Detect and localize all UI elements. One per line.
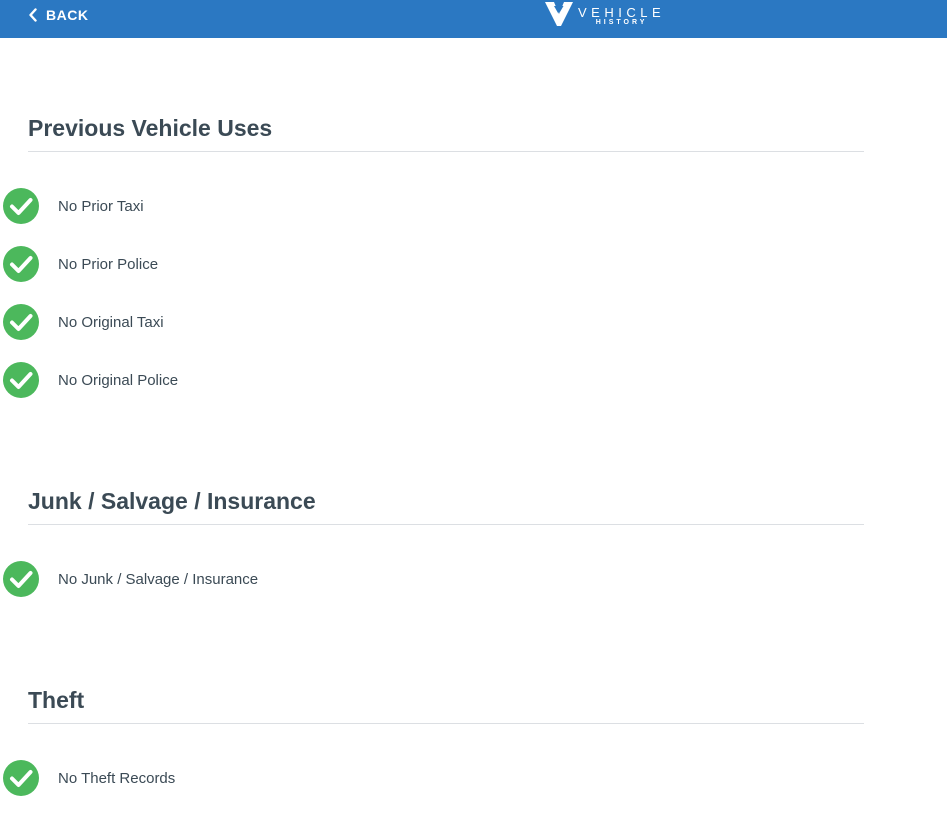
section-title: Previous Vehicle Uses	[28, 115, 273, 141]
section-theft: Theft	[28, 682, 864, 724]
section-divider	[28, 723, 864, 724]
item-label: No Prior Taxi	[58, 197, 144, 215]
back-label: BACK	[46, 7, 89, 23]
section-title: Junk / Salvage / Insurance	[28, 488, 316, 514]
list-item: No Theft Records	[3, 760, 175, 796]
list-item: No Junk / Salvage / Insurance	[3, 561, 258, 597]
item-label: No Original Taxi	[58, 313, 164, 331]
list-item: No Prior Taxi	[3, 188, 144, 224]
item-label: No Theft Records	[58, 769, 176, 787]
list-item: No Prior Police	[3, 246, 158, 282]
logo[interactable]: VEHICLE HISTORY	[545, 1, 665, 27]
section-junk-salvage-insurance: Junk / Salvage / Insurance	[28, 483, 864, 525]
section-divider	[28, 524, 864, 525]
top-bar: BACK VEHICLE HISTORY	[0, 0, 947, 38]
check-circle-icon	[3, 561, 39, 597]
logo-sub: HISTORY	[595, 19, 648, 26]
section-previous-vehicle-uses: Previous Vehicle Uses	[28, 110, 864, 152]
vehicle-history-logo-icon	[545, 2, 573, 26]
logo-word: VEHICLE	[578, 5, 666, 20]
back-button[interactable]: BACK	[28, 0, 88, 30]
item-label: No Prior Police	[58, 255, 159, 273]
check-circle-icon	[3, 304, 39, 340]
section-divider	[28, 151, 864, 152]
chevron-left-icon	[29, 8, 37, 22]
list-item: No Original Taxi	[3, 304, 164, 340]
list-item: No Original Police	[3, 362, 178, 398]
section-title: Theft	[28, 687, 85, 713]
check-circle-icon	[3, 246, 39, 282]
logo-text: VEHICLE HISTORY	[578, 1, 665, 27]
check-circle-icon	[3, 362, 39, 398]
item-label: No Junk / Salvage / Insurance	[58, 570, 259, 588]
item-label: No Original Police	[58, 371, 179, 389]
check-circle-icon	[3, 760, 39, 796]
check-circle-icon	[3, 188, 39, 224]
